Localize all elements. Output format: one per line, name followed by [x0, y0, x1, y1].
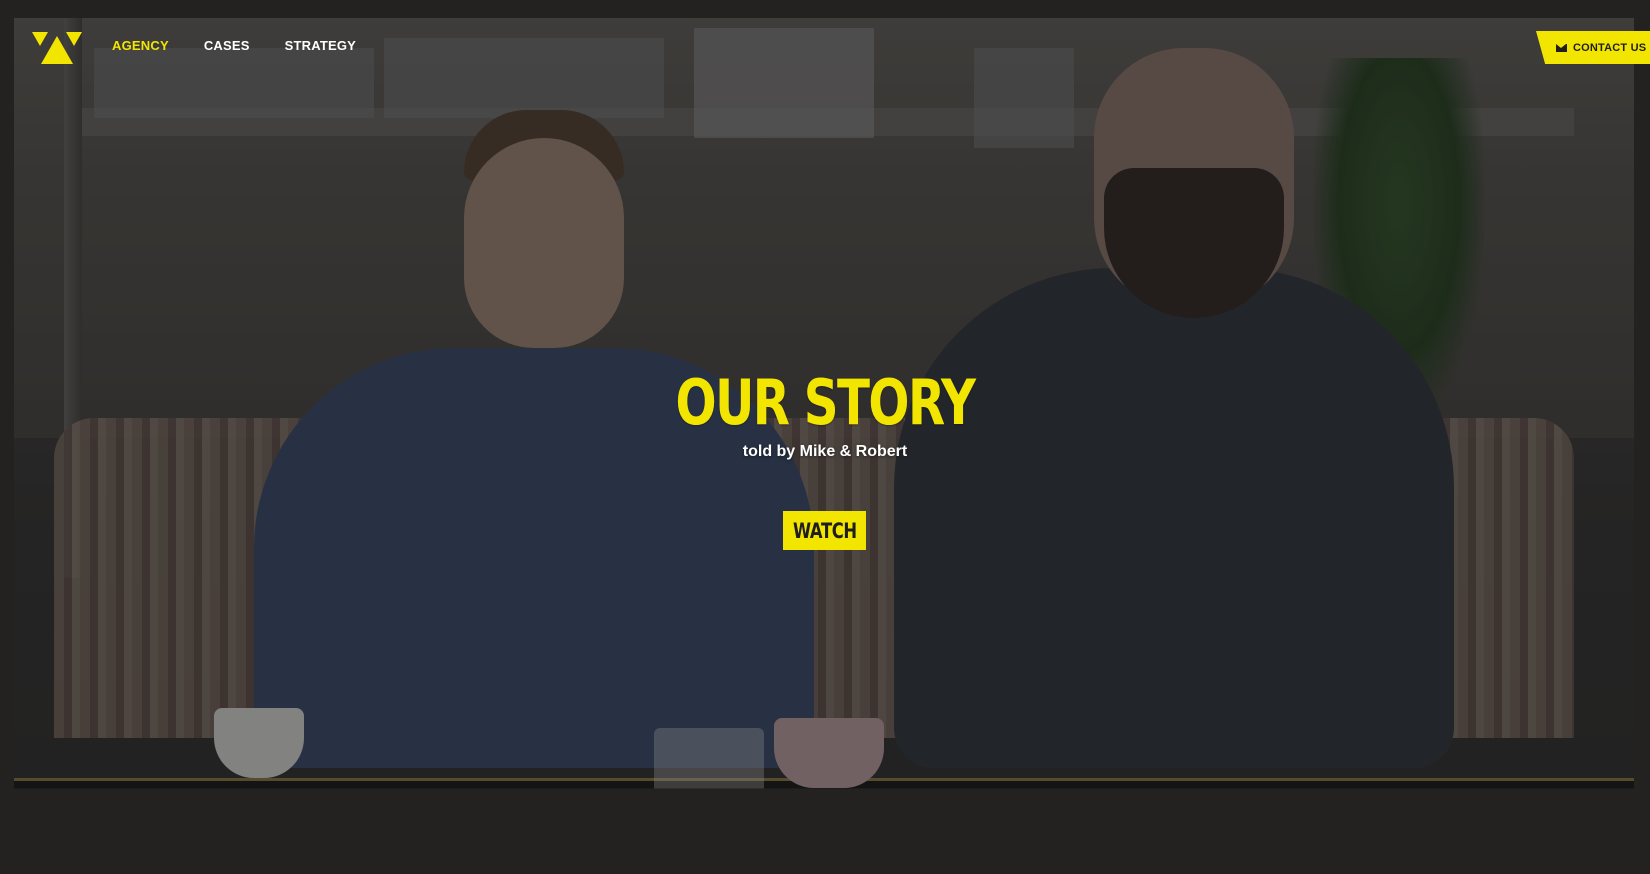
main-nav: AGENCY CASES STRATEGY: [112, 38, 391, 53]
nav-item-agency[interactable]: AGENCY: [112, 38, 169, 53]
agency-logo-icon[interactable]: [32, 32, 82, 64]
nav-item-cases[interactable]: CASES: [204, 38, 250, 53]
hero-title: OUR STORY: [675, 366, 977, 439]
hero-content: OUR STORY told by Mike & Robert WATCH: [0, 0, 1650, 874]
page: AGENCY CASES STRATEGY CONTACT US OUR STO…: [0, 0, 1650, 874]
watch-button[interactable]: WATCH: [783, 511, 866, 550]
mail-icon: [1556, 43, 1567, 52]
nav-item-strategy[interactable]: STRATEGY: [285, 38, 356, 53]
contact-us-button[interactable]: CONTACT US: [1536, 31, 1650, 64]
hero-subtitle: told by Mike & Robert: [742, 443, 908, 460]
contact-us-label: CONTACT US: [1573, 41, 1647, 54]
site-header: AGENCY CASES STRATEGY CONTACT US: [0, 0, 1650, 90]
watch-button-label: WATCH: [792, 518, 857, 543]
